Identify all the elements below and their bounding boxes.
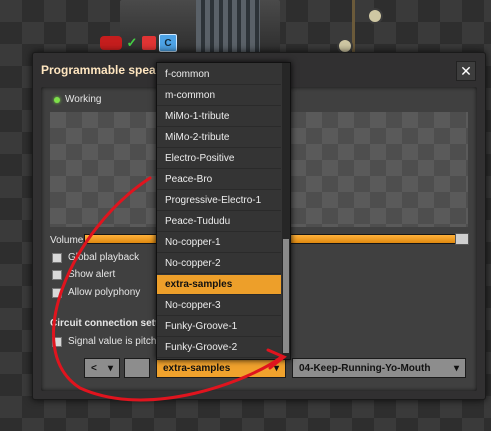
annotation-arrow bbox=[52, 176, 287, 402]
